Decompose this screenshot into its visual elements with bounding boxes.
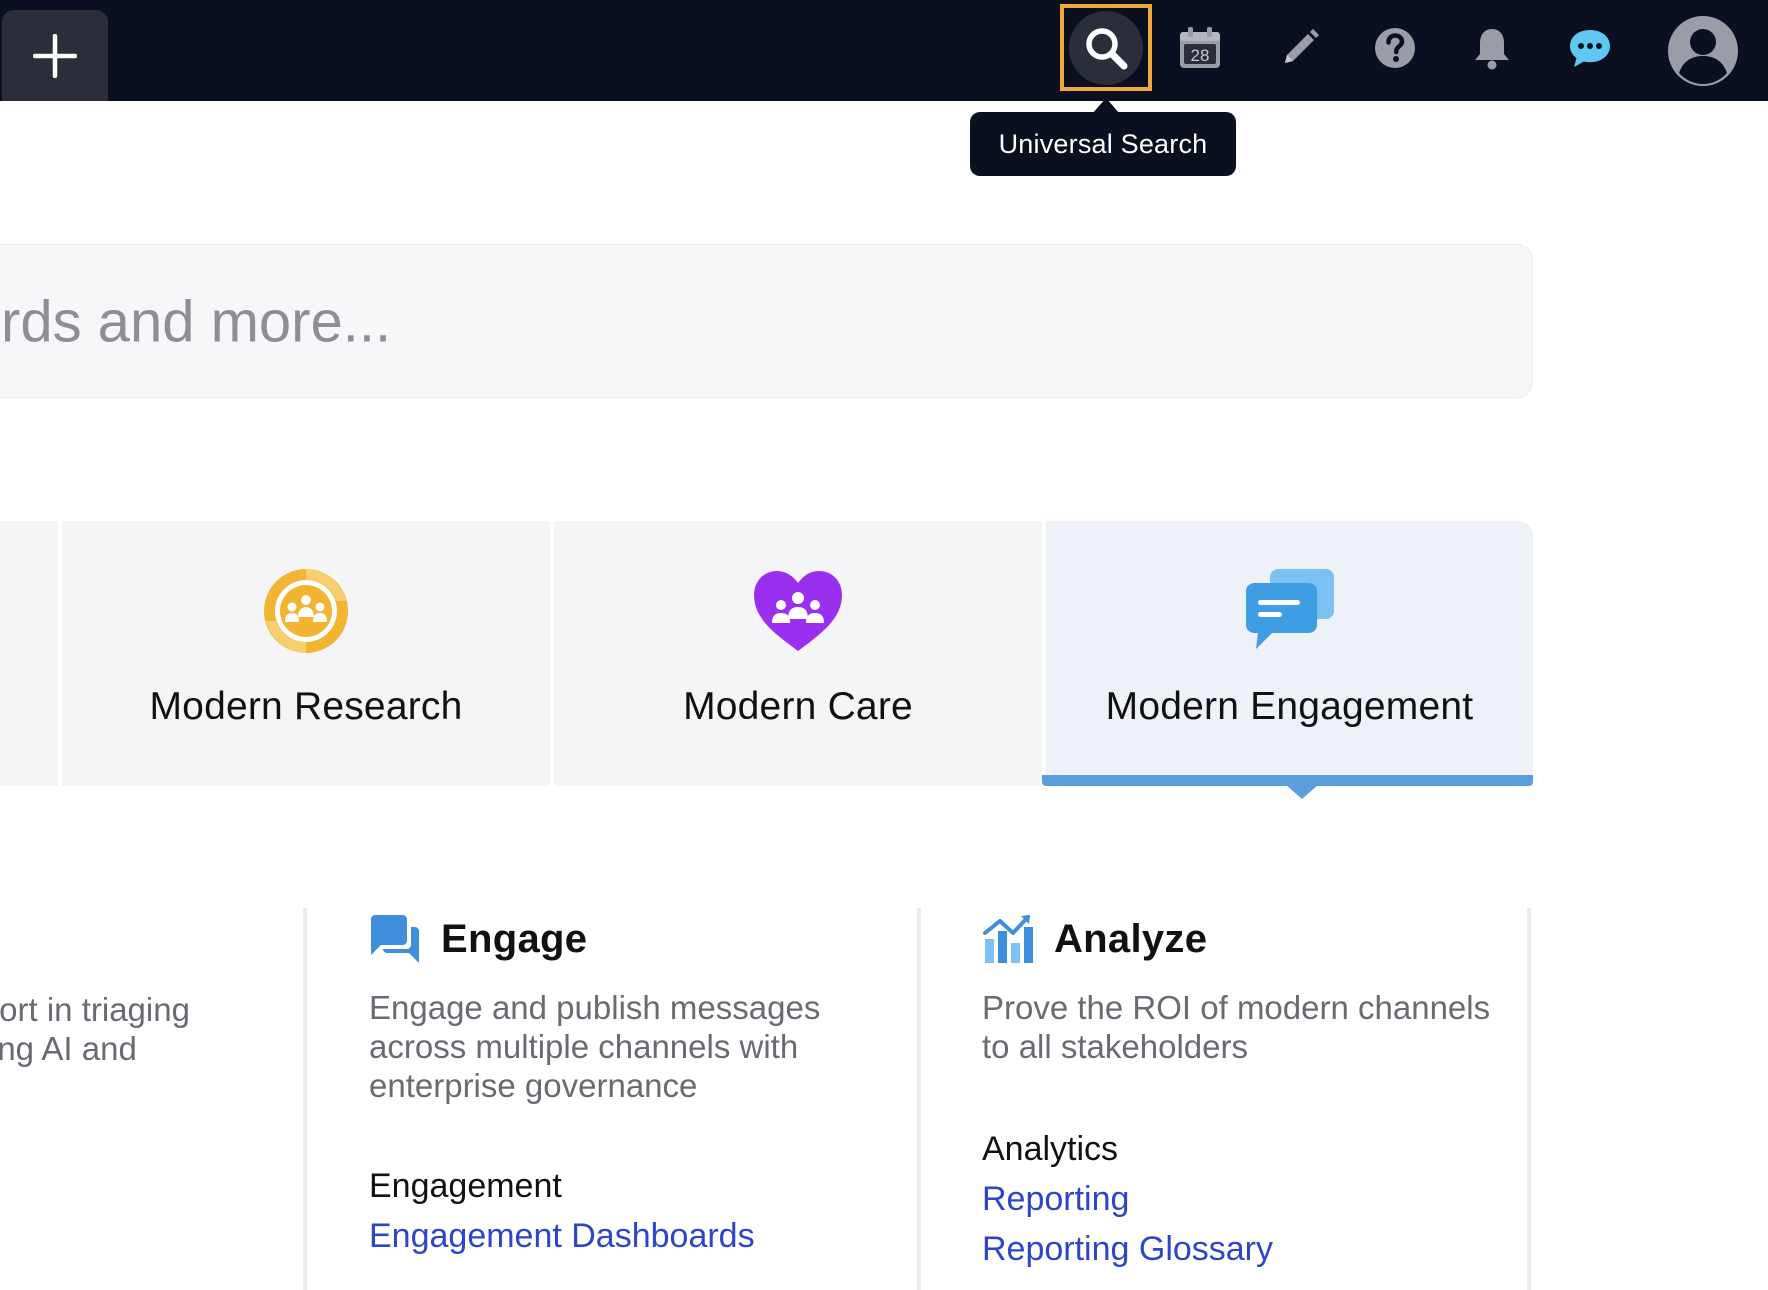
chat-bubbles-icon — [1245, 569, 1334, 649]
calendar-icon: 28 — [1180, 27, 1220, 68]
tile-modern-care[interactable]: Modern Care — [554, 521, 1042, 786]
calendar-day: 28 — [1191, 46, 1210, 65]
plus-icon — [33, 33, 77, 78]
search-button-bg — [1069, 10, 1143, 85]
reporting-link[interactable]: Reporting — [982, 1180, 1502, 1219]
pencil-icon — [1285, 29, 1319, 63]
search-placeholder: rds and more... — [1, 289, 392, 355]
notifications-button[interactable] — [1452, 8, 1532, 88]
help-button[interactable] — [1355, 8, 1435, 88]
top-nav-bar: 28 — [0, 0, 1768, 101]
engage-column: Engage Engage and publish messages acros… — [369, 912, 889, 1256]
search-placeholder-clip: rds and more... — [0, 245, 1494, 399]
analyze-description: Prove the ROI of modern channels to all … — [982, 989, 1491, 1065]
partial-desc-line: fort in triaging — [0, 991, 190, 1028]
compose-button[interactable] — [1260, 8, 1340, 88]
engagement-dashboards-link[interactable]: Engagement Dashboards — [369, 1217, 889, 1256]
analyze-column: Analyze Prove the ROI of modern channels… — [982, 912, 1502, 1269]
bell-icon — [1475, 29, 1509, 70]
analyze-title: Analyze — [1054, 916, 1208, 961]
chat-icon — [371, 915, 419, 963]
research-cycle-icon — [264, 569, 348, 653]
selected-tile-pointer — [1286, 785, 1318, 799]
engage-description: Engage and publish messages across multi… — [369, 989, 821, 1104]
engage-title: Engage — [441, 916, 588, 961]
analyze-section-heading: Analytics — [982, 1130, 1119, 1168]
reporting-glossary-link[interactable]: Reporting Glossary — [982, 1230, 1502, 1269]
heart-people-icon — [754, 571, 842, 651]
help-icon — [1375, 28, 1415, 68]
bar-chart-icon — [983, 915, 1033, 963]
search-icon — [1086, 27, 1128, 69]
column-divider — [303, 908, 307, 1290]
tile-label: Modern Research — [149, 685, 463, 728]
messages-button[interactable] — [1550, 8, 1630, 88]
universal-search-tooltip: Universal Search — [970, 112, 1236, 176]
chat-bubble-icon — [1570, 30, 1610, 67]
tile-modern-engagement[interactable]: Modern Engagement — [1046, 521, 1533, 786]
global-search-input[interactable]: rds and more... — [0, 244, 1533, 398]
column-divider — [917, 908, 921, 1290]
analyze-header: Analyze — [982, 912, 1502, 966]
engage-section-heading: Engagement — [369, 1167, 562, 1205]
column-divider — [1527, 908, 1531, 1290]
tile-modern-research[interactable]: Modern Research — [62, 521, 550, 786]
universal-search-button[interactable] — [1060, 4, 1152, 91]
tile-partial[interactable] — [0, 521, 58, 786]
add-button[interactable] — [2, 10, 108, 101]
user-avatar-button[interactable] — [1658, 6, 1748, 96]
calendar-button[interactable]: 28 — [1160, 8, 1240, 88]
engage-header: Engage — [369, 912, 889, 966]
tile-label: Modern Care — [683, 685, 913, 728]
user-avatar-icon — [1668, 16, 1738, 86]
partial-column-description: fort in triaging ing AI and — [0, 990, 190, 1068]
tile-label: Modern Engagement — [1105, 685, 1474, 728]
partial-desc-line: ing AI and — [0, 1030, 137, 1067]
